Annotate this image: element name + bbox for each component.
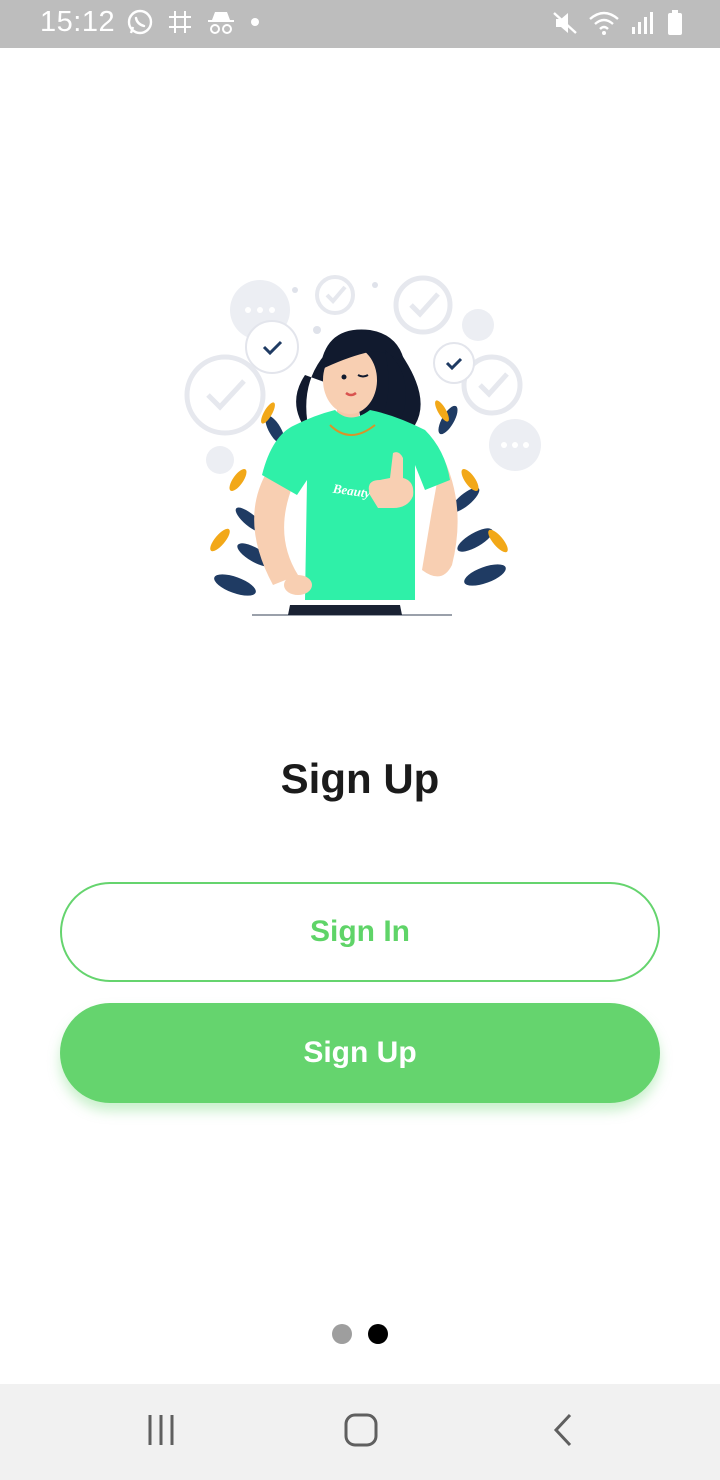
grid-hash-icon	[166, 8, 194, 41]
status-right-icons	[552, 9, 684, 42]
page-dot-2-active[interactable]	[368, 1324, 388, 1344]
status-left-icons	[126, 8, 262, 41]
recent-apps-icon	[145, 1414, 177, 1451]
recent-apps-button[interactable]	[131, 1402, 191, 1462]
back-button[interactable]	[533, 1402, 593, 1462]
home-icon	[344, 1413, 378, 1452]
home-button[interactable]	[331, 1402, 391, 1462]
page-dot-1[interactable]	[332, 1324, 352, 1344]
notification-dot-icon	[248, 8, 262, 41]
page-indicator	[332, 1324, 388, 1344]
status-time: 15:12	[40, 6, 116, 38]
status-bar: 15:12	[0, 0, 720, 48]
sign-up-button-label: Sign Up	[303, 1036, 417, 1069]
wifi-icon	[588, 9, 620, 42]
welcome-illustration: Beauty	[180, 265, 550, 625]
sign-in-button[interactable]: Sign In	[60, 882, 660, 982]
sign-in-button-label: Sign In	[310, 915, 410, 948]
back-icon	[551, 1413, 575, 1452]
whatsapp-icon	[126, 8, 154, 41]
page-title: Sign Up	[280, 755, 440, 802]
signal-icon	[630, 9, 656, 42]
battery-icon	[666, 9, 684, 42]
incognito-icon	[206, 8, 236, 41]
sign-up-button[interactable]: Sign Up	[60, 1003, 660, 1103]
system-navigation-bar	[0, 1384, 720, 1480]
mute-icon	[552, 9, 578, 42]
